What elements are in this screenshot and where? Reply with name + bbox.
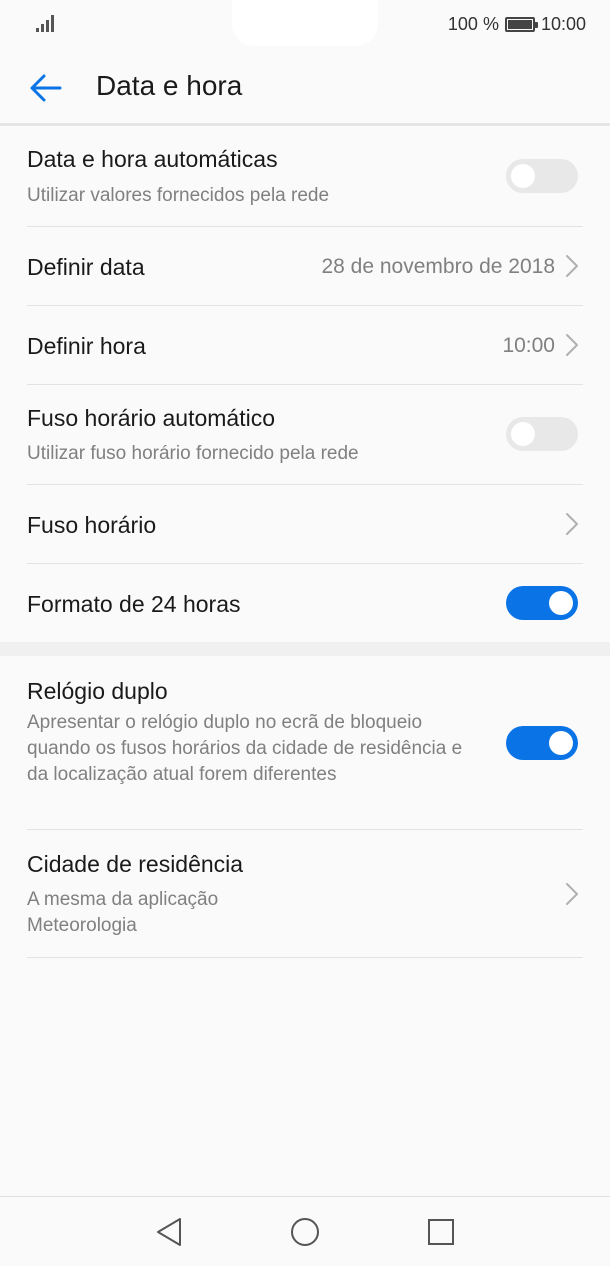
display-notch [232, 0, 378, 46]
toggle-knob [511, 422, 535, 446]
setting-subtitle: Apresentar o relógio duplo no ecrã de bl… [27, 712, 463, 785]
circle-home-icon [291, 1218, 319, 1246]
setting-auto-datetime[interactable]: Data e hora automáticas Utilizar valores… [27, 128, 583, 226]
battery-icon [504, 16, 538, 32]
set-time-value: 10:00 [502, 334, 555, 357]
setting-title: Formato de 24 horas [27, 591, 241, 617]
setting-subtitle: Utilizar valores fornecidos pela rede [27, 185, 330, 206]
setting-title: Definir hora [27, 333, 146, 359]
setting-auto-timezone[interactable]: Fuso horário automático Utilizar fuso ho… [27, 385, 583, 484]
back-button[interactable] [26, 68, 66, 108]
toggle-knob [549, 591, 573, 615]
triangle-back-icon [157, 1218, 181, 1246]
signal-icon [36, 14, 58, 32]
set-date-value: 28 de novembro de 2018 [321, 255, 555, 278]
status-bar: 100 % 10:00 [0, 0, 610, 48]
page-title: Data e hora [96, 70, 243, 101]
setting-timezone[interactable]: Fuso horário [27, 485, 583, 563]
header-divider [0, 123, 610, 126]
setting-set-time[interactable]: Definir hora 10:00 [27, 306, 583, 384]
dual-clock-toggle[interactable] [506, 726, 578, 760]
auto-timezone-toggle[interactable] [506, 417, 578, 451]
setting-home-city[interactable]: Cidade de residência A mesma da aplicaçã… [27, 830, 583, 957]
setting-set-date[interactable]: Definir data 28 de novembro de 2018 [27, 227, 583, 305]
arrow-left-icon [30, 74, 62, 102]
setting-title: Fuso horário [27, 512, 157, 538]
chevron-right-icon [566, 513, 578, 535]
section-separator [0, 642, 610, 656]
setting-title: Definir data [27, 254, 145, 280]
app-header: Data e hora [0, 48, 610, 124]
toggle-knob [549, 731, 573, 755]
nav-recents-button[interactable] [424, 1215, 458, 1249]
status-time: 10:00 [540, 13, 586, 34]
chevron-right-icon [566, 883, 578, 905]
setting-dual-clock[interactable]: Relógio duplo Apresentar o relógio duplo… [27, 656, 583, 829]
toggle-knob [511, 164, 535, 188]
format-24h-toggle[interactable] [506, 586, 578, 620]
setting-24h-format[interactable]: Formato de 24 horas [27, 564, 583, 642]
auto-datetime-toggle[interactable] [506, 159, 578, 193]
navigation-bar [0, 1196, 610, 1266]
divider [27, 957, 583, 958]
chevron-right-icon [566, 255, 578, 277]
setting-subtitle: A mesma da aplicação Meteorologia [27, 889, 219, 936]
setting-title: Fuso horário automático [27, 405, 276, 431]
square-recents-icon [428, 1219, 454, 1245]
setting-subtitle: Utilizar fuso horário fornecido pela red… [27, 443, 359, 464]
chevron-right-icon [566, 334, 578, 356]
battery-percent: 100 % [447, 13, 499, 34]
setting-title: Data e hora automáticas [27, 146, 278, 172]
setting-title: Cidade de residência [27, 851, 244, 877]
setting-title: Relógio duplo [27, 678, 168, 704]
status-right: 100 % 10:00 [448, 12, 586, 36]
nav-back-button[interactable] [152, 1215, 186, 1249]
nav-home-button[interactable] [288, 1215, 322, 1249]
